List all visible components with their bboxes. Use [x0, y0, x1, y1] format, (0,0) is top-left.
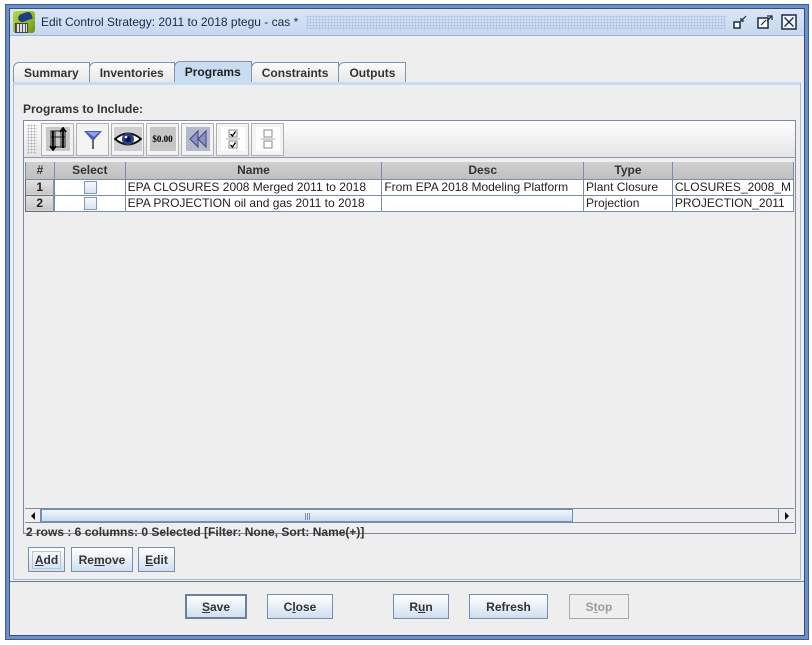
- label-rest: ave: [209, 599, 231, 614]
- mnemonic: u: [417, 599, 426, 614]
- column-header-type[interactable]: Type: [583, 160, 673, 180]
- programs-table: # Select Name Desc Type 1 EPA CLOSURES 2…: [25, 160, 794, 455]
- scroll-right-button[interactable]: [778, 509, 794, 522]
- refresh-button[interactable]: Refresh: [469, 594, 548, 619]
- mnemonic: A: [34, 552, 44, 567]
- window-title: Edit Control Strategy: 2011 to 2018 pteg…: [41, 15, 299, 29]
- clear-all-icon: [255, 127, 280, 151]
- row-number[interactable]: 2: [25, 194, 56, 212]
- column-header-select[interactable]: Select: [53, 160, 126, 180]
- title-bar[interactable]: Edit Control Strategy: 2011 to 2018 pteg…: [10, 9, 804, 36]
- horizontal-scrollbar[interactable]: [25, 508, 794, 523]
- label-rest: dd: [43, 552, 59, 567]
- scrollbar-thumb[interactable]: [41, 509, 573, 522]
- name-cell[interactable]: EPA PROJECTION oil and gas 2011 to 2018: [124, 194, 383, 212]
- type-cell[interactable]: Projection: [583, 194, 673, 212]
- label-pre: S: [585, 599, 594, 614]
- edit-button[interactable]: Edit: [138, 547, 175, 572]
- type-cell[interactable]: Plant Closure: [583, 178, 673, 196]
- select-cell: [53, 178, 126, 196]
- table-row[interactable]: 2 EPA PROJECTION oil and gas 2011 to 201…: [25, 194, 794, 212]
- format-button[interactable]: $0.00: [146, 122, 179, 156]
- arrow-right-icon: [784, 509, 790, 523]
- tab-programs[interactable]: Programs: [173, 61, 252, 82]
- mnemonic: E: [145, 552, 154, 567]
- label-rest: ose: [295, 599, 317, 614]
- table-row[interactable]: 1 EPA CLOSURES 2008 Merged 2011 to 2018 …: [25, 178, 794, 196]
- remove-button[interactable]: Re m ove: [71, 547, 133, 572]
- label: Refresh: [486, 599, 531, 614]
- close-button[interactable]: Cl ose: [267, 594, 333, 619]
- column-header-name[interactable]: Name: [124, 160, 383, 180]
- table-status: 2 rows : 6 columns: 0 Selected [Filter: …: [26, 525, 365, 539]
- tab-constraints[interactable]: Constraints: [250, 62, 340, 82]
- programs-to-include-label: Programs to Include:: [23, 102, 144, 116]
- select-all-button[interactable]: [216, 122, 249, 156]
- label-rest: ove: [104, 552, 126, 567]
- label-rest: n: [425, 599, 433, 614]
- tab-outputs[interactable]: Outputs: [338, 62, 407, 82]
- rewind-icon: [185, 127, 210, 151]
- extra-cell[interactable]: CLOSURES_2008_M: [671, 178, 794, 196]
- extra-cell[interactable]: PROJECTION_2011: [671, 194, 794, 212]
- eye-icon: [113, 127, 142, 151]
- window-content: Edit Control Strategy: 2011 to 2018 pteg…: [9, 8, 805, 636]
- dialog-button-bar: Save Cl ose Run Refresh St op: [10, 581, 804, 635]
- edit-control-strategy-window: Edit Control Strategy: 2011 to 2018 pteg…: [5, 4, 809, 640]
- close-icon: [781, 14, 797, 30]
- mnemonic: m: [93, 552, 105, 567]
- minimize-button[interactable]: [732, 14, 750, 30]
- sort-icon: [45, 127, 70, 151]
- format-icon: $0.00: [149, 127, 176, 151]
- desc-cell[interactable]: From EPA 2018 Modeling Platform: [381, 178, 585, 196]
- tab-inventories[interactable]: Inventories: [88, 62, 175, 82]
- scroll-left-button[interactable]: [25, 509, 41, 522]
- label-rest: op: [597, 599, 613, 614]
- column-header-number[interactable]: #: [25, 160, 55, 180]
- clear-all-button[interactable]: [251, 122, 284, 156]
- tab-strip: Summary Inventories Programs Constraints…: [13, 61, 407, 82]
- label-pre: R: [409, 599, 418, 614]
- desc-cell[interactable]: [381, 194, 585, 212]
- view-columns-button[interactable]: [111, 122, 144, 156]
- mnemonic: S: [201, 599, 210, 614]
- column-header-desc[interactable]: Desc: [381, 160, 585, 180]
- row-number[interactable]: 1: [25, 178, 56, 196]
- select-cell: [53, 194, 126, 212]
- sort-button[interactable]: [41, 122, 74, 156]
- add-button[interactable]: Add: [28, 547, 65, 572]
- column-header-extra[interactable]: [671, 160, 794, 180]
- thumb-grip-icon: [305, 513, 311, 520]
- name-cell[interactable]: EPA CLOSURES 2008 Merged 2011 to 2018: [124, 178, 383, 196]
- select-all-icon: [220, 127, 245, 151]
- save-button[interactable]: Save: [185, 594, 247, 619]
- select-checkbox[interactable]: [83, 197, 97, 210]
- select-checkbox[interactable]: [83, 181, 97, 194]
- programs-panel: Programs to Include: $0.00 # Select Name…: [13, 82, 801, 580]
- toolbar-grip[interactable]: [27, 124, 37, 154]
- filter-icon: [81, 127, 105, 151]
- label-rest: dit: [153, 552, 168, 567]
- label-pre: Re: [78, 552, 94, 567]
- table-toolbar: $0.00: [24, 121, 795, 158]
- maximize-button[interactable]: [756, 14, 774, 30]
- filter-button[interactable]: [76, 122, 109, 156]
- title-bar-grip: [306, 15, 726, 29]
- add-button-label: Add: [31, 550, 62, 569]
- maximize-icon: [757, 15, 773, 29]
- run-button[interactable]: Run: [393, 594, 449, 619]
- reset-button[interactable]: [181, 122, 214, 156]
- minimize-icon: [733, 15, 749, 29]
- close-window-button[interactable]: [780, 14, 798, 30]
- programs-table-panel: $0.00 # Select Name Desc Type 1 EPA CLOS…: [23, 120, 796, 539]
- stop-button: St op: [569, 594, 629, 619]
- tab-summary[interactable]: Summary: [13, 62, 90, 82]
- arrow-left-icon: [30, 509, 36, 523]
- table-header-row: # Select Name Desc Type: [25, 160, 794, 180]
- label-pre: C: [283, 599, 293, 614]
- app-icon: [13, 11, 35, 33]
